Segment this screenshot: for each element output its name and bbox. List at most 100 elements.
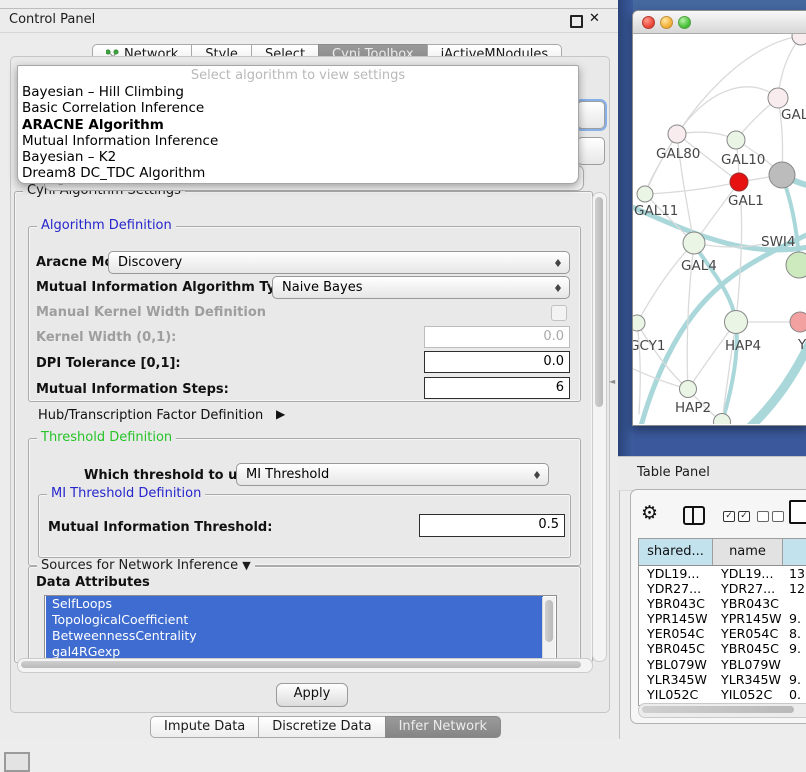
algorithm-option-bayesian-hill-climbing[interactable]: Bayesian – Hill Climbing	[18, 84, 578, 100]
apply-button[interactable]: Apply	[276, 683, 348, 707]
tab-label: Impute Data	[164, 717, 245, 737]
node-hap4[interactable]	[725, 311, 748, 334]
table-row-3[interactable]: YPR145WYPR145W9.	[639, 611, 806, 626]
table-cell: YIL052C	[713, 687, 783, 702]
node-large-gray[interactable]	[769, 162, 795, 188]
close-icon[interactable]: ✕	[589, 11, 600, 26]
node-right-green[interactable]	[786, 252, 806, 278]
edge-27[interactable]	[736, 204, 742, 322]
table-row-0[interactable]: YDL19...YDL19...13	[639, 566, 806, 581]
table-cell: YBR045C	[713, 641, 783, 656]
zoom-traffic-light[interactable]	[678, 16, 691, 29]
attribute-item-betweennesscentrality[interactable]: BetweennessCentrality	[46, 628, 543, 644]
table-cell: YER054C	[639, 626, 713, 641]
table-cell: YBR045C	[639, 641, 713, 656]
hub-expand-icon[interactable]: ▶	[276, 407, 285, 421]
table-row-4[interactable]: YER054CYER054C8.	[639, 626, 806, 641]
column-header-shared[interactable]: shared...	[639, 539, 713, 565]
mi-steps-field[interactable]: 6	[424, 377, 570, 399]
close-traffic-light[interactable]	[642, 16, 655, 29]
algorithm-option-bayesian-k2[interactable]: Bayesian – K2	[18, 149, 578, 165]
data-attributes-list[interactable]: SelfLoopsTopologicalCoefficientBetweenne…	[44, 595, 557, 664]
network-window-titlebar	[633, 11, 806, 34]
which-threshold-combo[interactable]: MI Threshold	[236, 463, 549, 486]
node-pink-right[interactable]	[790, 312, 806, 332]
minimize-traffic-light[interactable]	[660, 16, 673, 29]
settings-scrollbar-thumb[interactable]	[595, 197, 603, 407]
settings-horizontal-scrollbar[interactable]	[17, 658, 593, 673]
kernel-width-field[interactable]: 0.0	[424, 326, 570, 348]
node-top-right[interactable]	[792, 34, 806, 45]
table-cell: 13	[783, 566, 806, 581]
settings-hscrollbar-thumb[interactable]	[21, 661, 581, 668]
node-gal10[interactable]	[727, 131, 745, 149]
table-hscrollbar-thumb[interactable]	[642, 706, 794, 713]
page-icon[interactable]	[789, 500, 806, 524]
dock-panel-icon[interactable]	[4, 752, 30, 772]
aracne-mode-combo[interactable]: Discovery	[108, 251, 570, 274]
float-window-icon[interactable]	[570, 15, 583, 28]
algorithm-option-basic-correlation-inference[interactable]: Basic Correlation Inference	[18, 100, 578, 116]
mi-algorithm-type-combo[interactable]: Naive Bayes	[272, 276, 570, 299]
control-panel-window: Control Panel ✕ NetworkStyleSelectCyni T…	[0, 8, 620, 739]
table-row-6[interactable]: YBL079WYBL079W	[639, 657, 806, 672]
dpi-tolerance-field[interactable]: 0.0	[424, 351, 570, 373]
sources-collapse-icon[interactable]: ▼	[242, 559, 250, 572]
table-cell	[783, 657, 806, 672]
deselect-checkbox-icon[interactable]	[772, 511, 784, 522]
edge-20[interactable]	[688, 322, 736, 389]
node-gcy1-label: GCY1	[633, 338, 666, 354]
node-hap4-label: HAP4	[725, 338, 761, 354]
algorithm-option-dream8-dc-tdc-algorithm[interactable]: Dream8 DC_TDC Algorithm	[18, 165, 578, 181]
edge-22[interactable]	[637, 243, 694, 323]
split-columns-icon[interactable]	[683, 506, 705, 525]
edge-31[interactable]	[637, 323, 640, 414]
combo-arrows-icon	[554, 256, 562, 270]
attributes-scrollbar-thumb[interactable]	[545, 600, 553, 642]
settings-gear-icon[interactable]: ⚙	[641, 502, 658, 524]
column-header-name[interactable]: name	[713, 539, 783, 565]
deselect-checkbox-icon[interactable]	[757, 511, 769, 522]
bottom-tab-bar: Impute Data Discretize DataInfer Network	[150, 716, 501, 738]
mi-threshold-field[interactable]: 0.5	[419, 514, 565, 537]
node-gal11[interactable]	[637, 186, 653, 202]
column-header-a[interactable]: A	[783, 539, 806, 565]
attributes-scrollbar[interactable]	[542, 597, 555, 661]
attribute-item-selfloops[interactable]: SelfLoops	[46, 596, 543, 612]
bottom-tab-discretize-data[interactable]: Discretize Data	[258, 716, 385, 738]
node-gcy1[interactable]	[633, 315, 645, 331]
table-horizontal-scrollbar[interactable]	[638, 703, 806, 718]
panel-divider-collapse-icon[interactable]: ◄	[609, 377, 615, 386]
node-gal80[interactable]	[668, 125, 686, 143]
desktop-shadow-strip	[618, 0, 633, 456]
table-cell: YDR27...	[639, 581, 713, 596]
table-row-1[interactable]: YDR27...YDR27...12	[639, 581, 806, 596]
algorithm-option-mutual-information-inference[interactable]: Mutual Information Inference	[18, 133, 578, 149]
mi-algorithm-type-value: Naive Bayes	[282, 277, 362, 298]
settings-vertical-scrollbar[interactable]	[592, 192, 607, 662]
algorithm-option-aracne-algorithm[interactable]: ARACNE Algorithm	[18, 117, 578, 133]
node-gal1[interactable]	[730, 173, 748, 191]
network-canvas[interactable]: GALGAL80GAL10GAL1GAL11SWI4GAL4GCY1HAP4YH…	[633, 34, 806, 424]
select-all-checkbox-icon[interactable]: ✓	[723, 511, 735, 522]
node-bottom[interactable]	[714, 414, 731, 425]
table-cell	[783, 596, 806, 611]
hidden-combo-fragment-focused	[577, 101, 605, 129]
table-row-8[interactable]: YIL052CYIL052C0.	[639, 687, 806, 702]
table-row-7[interactable]: YLR345WYLR345W9.	[639, 672, 806, 687]
node-gal4[interactable]	[683, 232, 705, 254]
sources-group-title: Sources for Network Inference ▼	[37, 558, 255, 573]
bottom-tab-impute-data[interactable]: Impute Data	[150, 716, 259, 738]
table-cell: YDL19...	[713, 566, 783, 581]
node-swi4-label: SWI4	[761, 234, 796, 250]
table-row-5[interactable]: YBR045CYBR045C9.	[639, 641, 806, 656]
node-gal-upper[interactable]	[768, 88, 788, 108]
table-row-2[interactable]: YBR043CYBR043C	[639, 596, 806, 611]
table-cell: YIL052C	[639, 687, 713, 702]
attribute-item-topologicalcoefficient[interactable]: TopologicalCoefficient	[46, 612, 543, 628]
manual-kernel-width-checkbox[interactable]	[551, 305, 567, 321]
node-hap2[interactable]	[680, 381, 697, 398]
select-all-checkbox-icon[interactable]: ✓	[738, 511, 750, 522]
edge-14[interactable]	[645, 182, 739, 194]
bottom-tab-infer-network[interactable]: Infer Network	[385, 716, 501, 738]
